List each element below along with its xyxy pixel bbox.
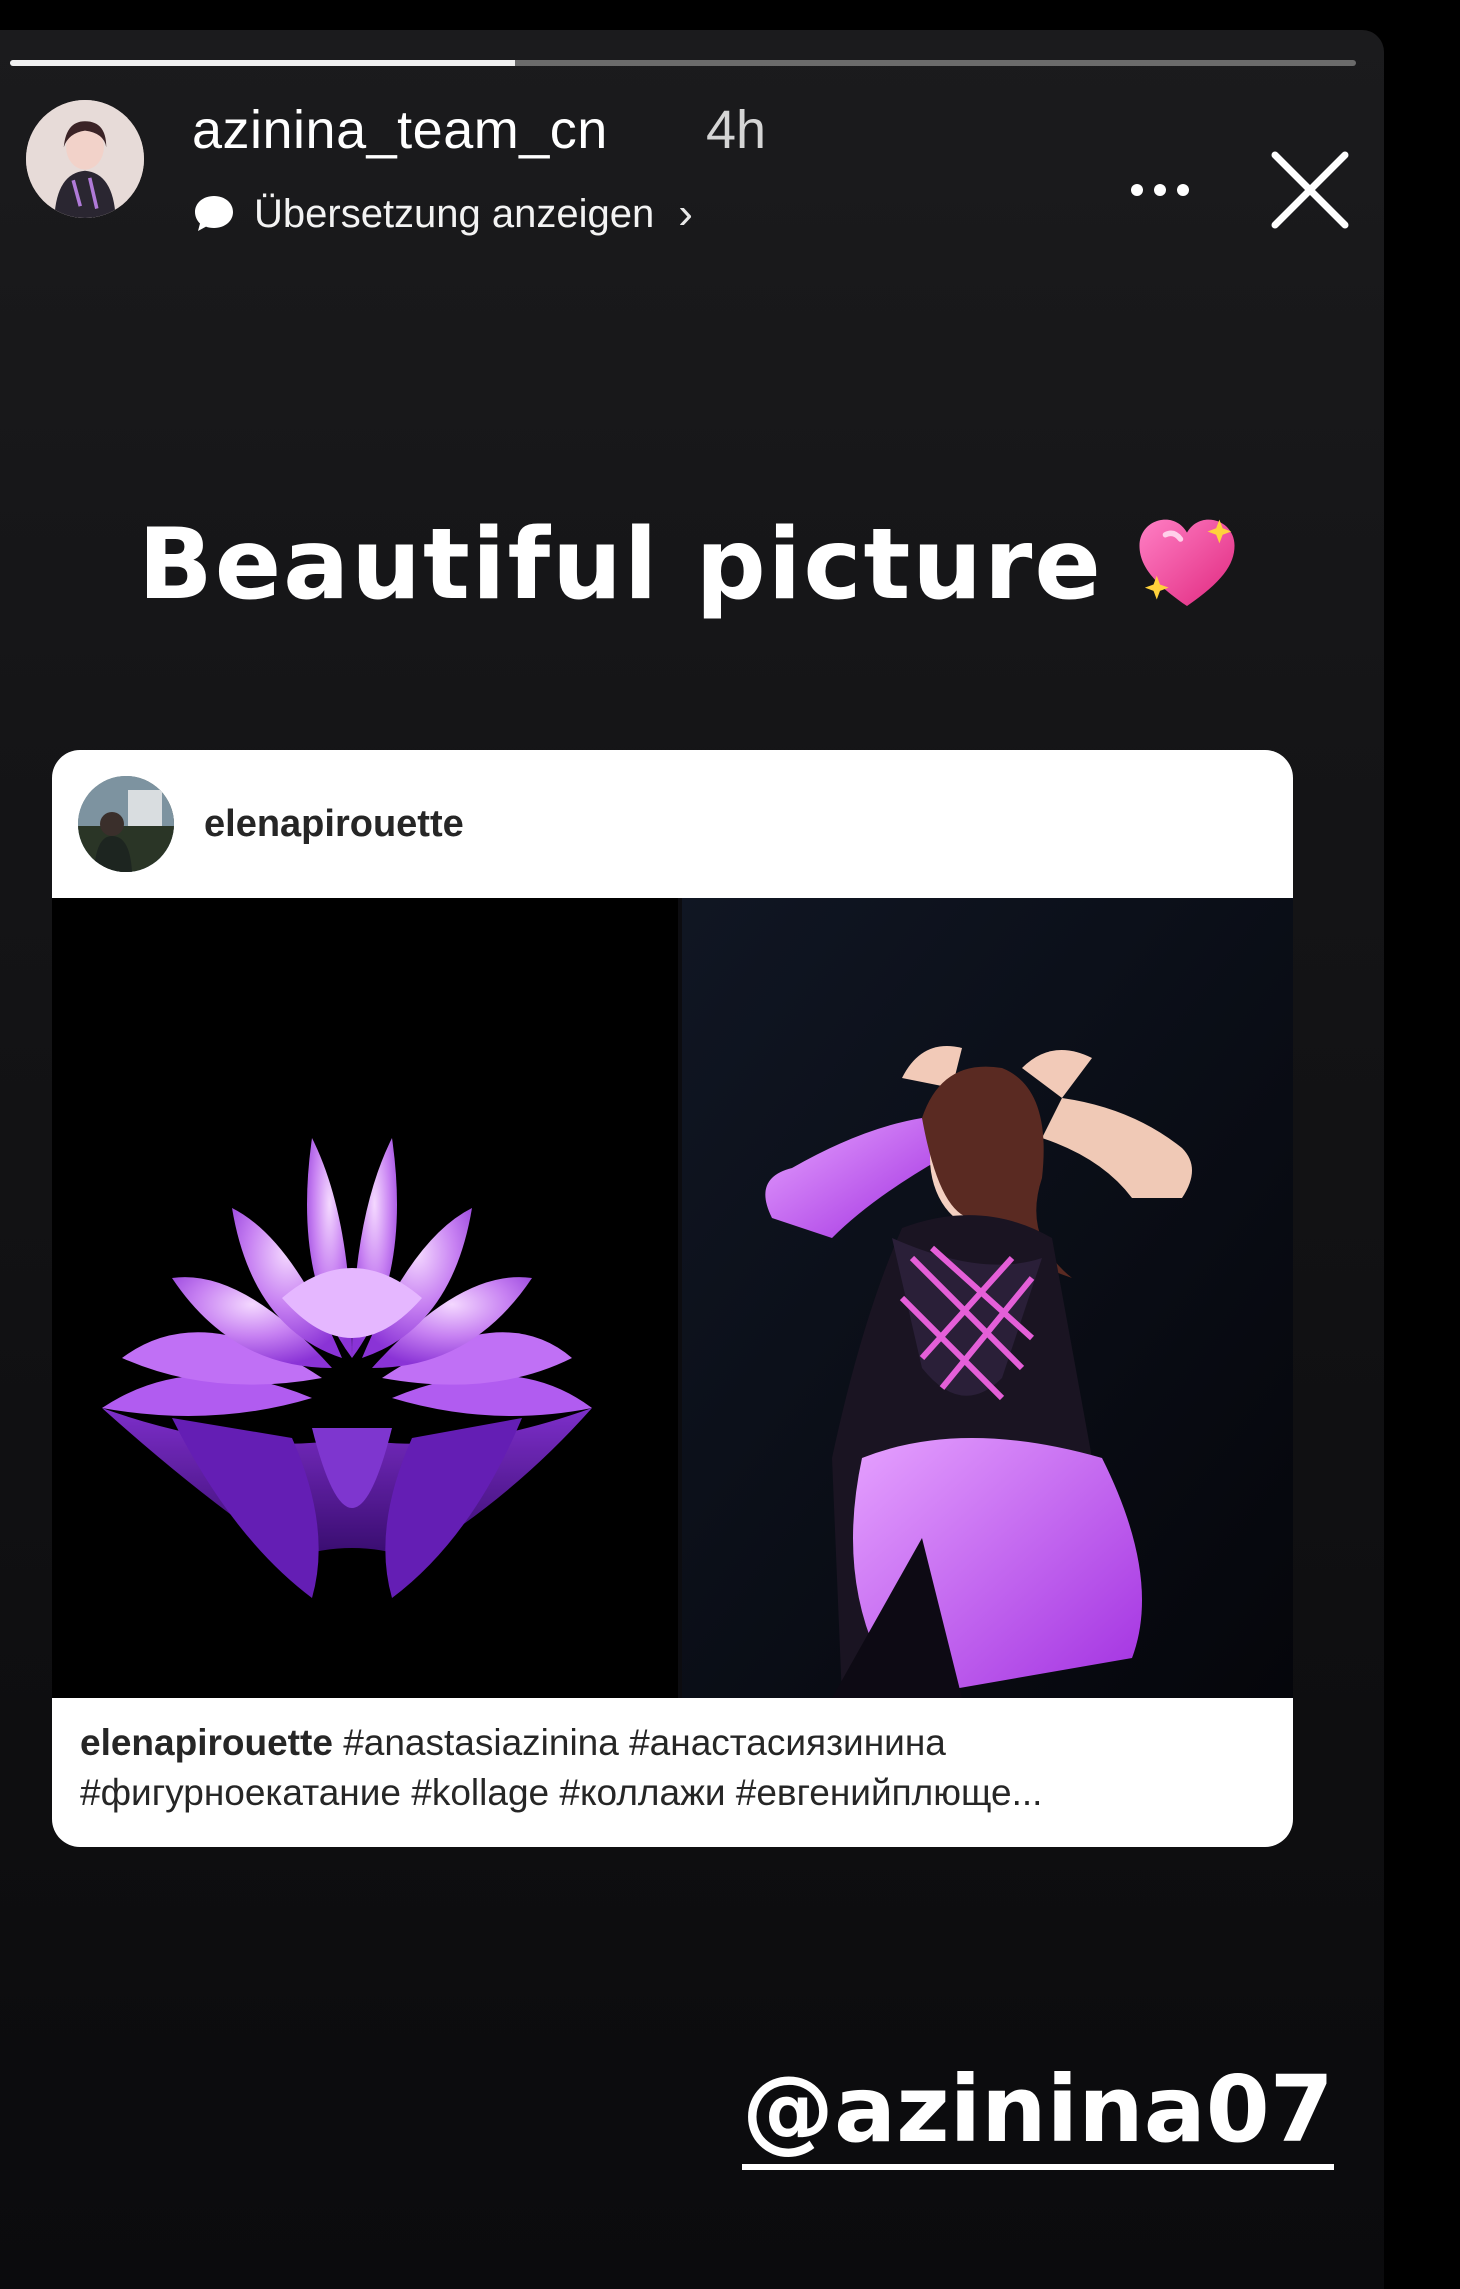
caption-text: Beautiful picture [138, 508, 1103, 622]
story-progress-bar [10, 60, 1356, 66]
mention-sticker[interactable]: @azinina07 [742, 2060, 1334, 2170]
story-caption: Beautiful picture [138, 495, 1241, 635]
caption-username[interactable]: elenapirouette [80, 1722, 333, 1763]
caption-hashtags-1[interactable]: #anastasiazinina #анастасиязинина [343, 1722, 946, 1763]
profile-avatar[interactable] [26, 100, 144, 218]
speech-bubble-icon [195, 196, 233, 231]
shared-post-header: elenapirouette [52, 750, 1293, 898]
chevron-right-icon: › [678, 189, 693, 238]
story-progress-fill [10, 60, 515, 66]
shared-post-card[interactable]: elenapirouette elenapirouette #anastasia… [52, 750, 1293, 1847]
caption-line-2[interactable]: #фигурноекатание #kollage #коллажи #евге… [80, 1768, 1270, 1818]
translate-label: Übersetzung anzeigen [254, 191, 655, 236]
story-view[interactable]: azinina_team_cn 4h Übersetzung anzeigen … [0, 30, 1384, 2289]
sparkling-heart-icon [1139, 519, 1235, 607]
shared-post-caption: elenapirouette #anastasiazinina #анастас… [80, 1718, 1270, 1818]
caption-line-1: elenapirouette #anastasiazinina #анастас… [80, 1718, 1270, 1768]
translate-link[interactable]: Übersetzung anzeigen › [192, 186, 693, 242]
shared-post-username[interactable]: elenapirouette [204, 803, 464, 846]
shared-post-avatar [78, 776, 174, 872]
story-timestamp: 4h [706, 100, 767, 160]
close-icon [1271, 151, 1349, 229]
more-options-button[interactable] [1128, 160, 1192, 220]
close-button[interactable] [1265, 145, 1355, 235]
more-horizontal-icon [1131, 184, 1189, 196]
story-username[interactable]: azinina_team_cn [192, 98, 608, 162]
shared-post-image[interactable] [52, 898, 1293, 1698]
